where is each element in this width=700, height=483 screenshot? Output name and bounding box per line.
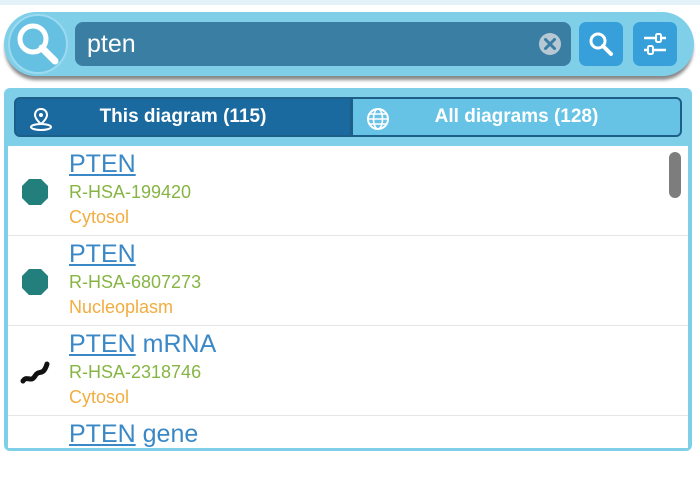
globe-icon — [367, 108, 389, 130]
tab-this-diagram[interactable]: This diagram (115) — [16, 99, 350, 135]
tab-this-diagram-label: This diagram (115) — [99, 106, 267, 127]
result-name-link[interactable]: PTEN — [69, 240, 136, 269]
search-icon — [589, 32, 613, 56]
tab-all-diagrams-label: All diagrams (128) — [434, 106, 599, 127]
clear-search-button[interactable] — [538, 32, 562, 56]
list-item[interactable]: PTEN gene — [8, 416, 688, 448]
result-compartment: Nucleoplasm — [69, 297, 174, 317]
results-scrollbar[interactable] — [669, 152, 681, 198]
result-match-text: PTEN — [69, 150, 136, 178]
result-identifier: R-HSA-2318746 — [69, 362, 202, 382]
list-item[interactable]: PTEN R-HSA-199420 Cytosol — [8, 146, 688, 236]
tab-all-diagrams[interactable]: All diagrams (128) — [353, 99, 680, 135]
result-match-text: PTEN — [69, 240, 136, 268]
search-icon[interactable] — [8, 14, 68, 74]
close-icon — [539, 33, 561, 55]
search-button[interactable] — [579, 22, 623, 66]
result-name-link[interactable]: PTEN mRNA — [69, 330, 216, 359]
rna-squiggle-icon — [20, 361, 50, 384]
search-options-button[interactable] — [633, 22, 677, 66]
search-results-panel: This diagram (115) All diagrams (128) PT… — [4, 88, 692, 451]
scope-tabs: This diagram (115) All diagrams (128) — [14, 97, 682, 137]
search-bar — [4, 12, 694, 76]
result-name-link[interactable]: PTEN gene — [69, 420, 198, 448]
result-name-suffix: mRNA — [135, 330, 217, 358]
search-input[interactable] — [87, 28, 527, 60]
result-compartment: Cytosol — [69, 387, 130, 407]
result-name-link[interactable]: PTEN — [69, 150, 136, 179]
sliders-icon — [644, 33, 666, 55]
location-pin-icon — [30, 107, 52, 131]
top-border-strip — [0, 0, 700, 5]
list-item[interactable]: PTEN R-HSA-6807273 Nucleoplasm — [8, 236, 688, 326]
list-item[interactable]: PTEN mRNA R-HSA-2318746 Cytosol — [8, 326, 688, 416]
result-name-suffix: gene — [135, 420, 199, 448]
protein-octagon-icon — [22, 269, 48, 295]
result-compartment: Cytosol — [69, 207, 130, 227]
result-identifier: R-HSA-199420 — [69, 182, 192, 202]
result-match-text: PTEN — [69, 330, 136, 358]
results-list: PTEN R-HSA-199420 Cytosol PTEN R-HSA-680… — [8, 146, 688, 448]
result-identifier: R-HSA-6807273 — [69, 272, 202, 292]
search-field — [75, 22, 571, 66]
protein-octagon-icon — [22, 179, 48, 205]
result-match-text: PTEN — [69, 420, 136, 448]
